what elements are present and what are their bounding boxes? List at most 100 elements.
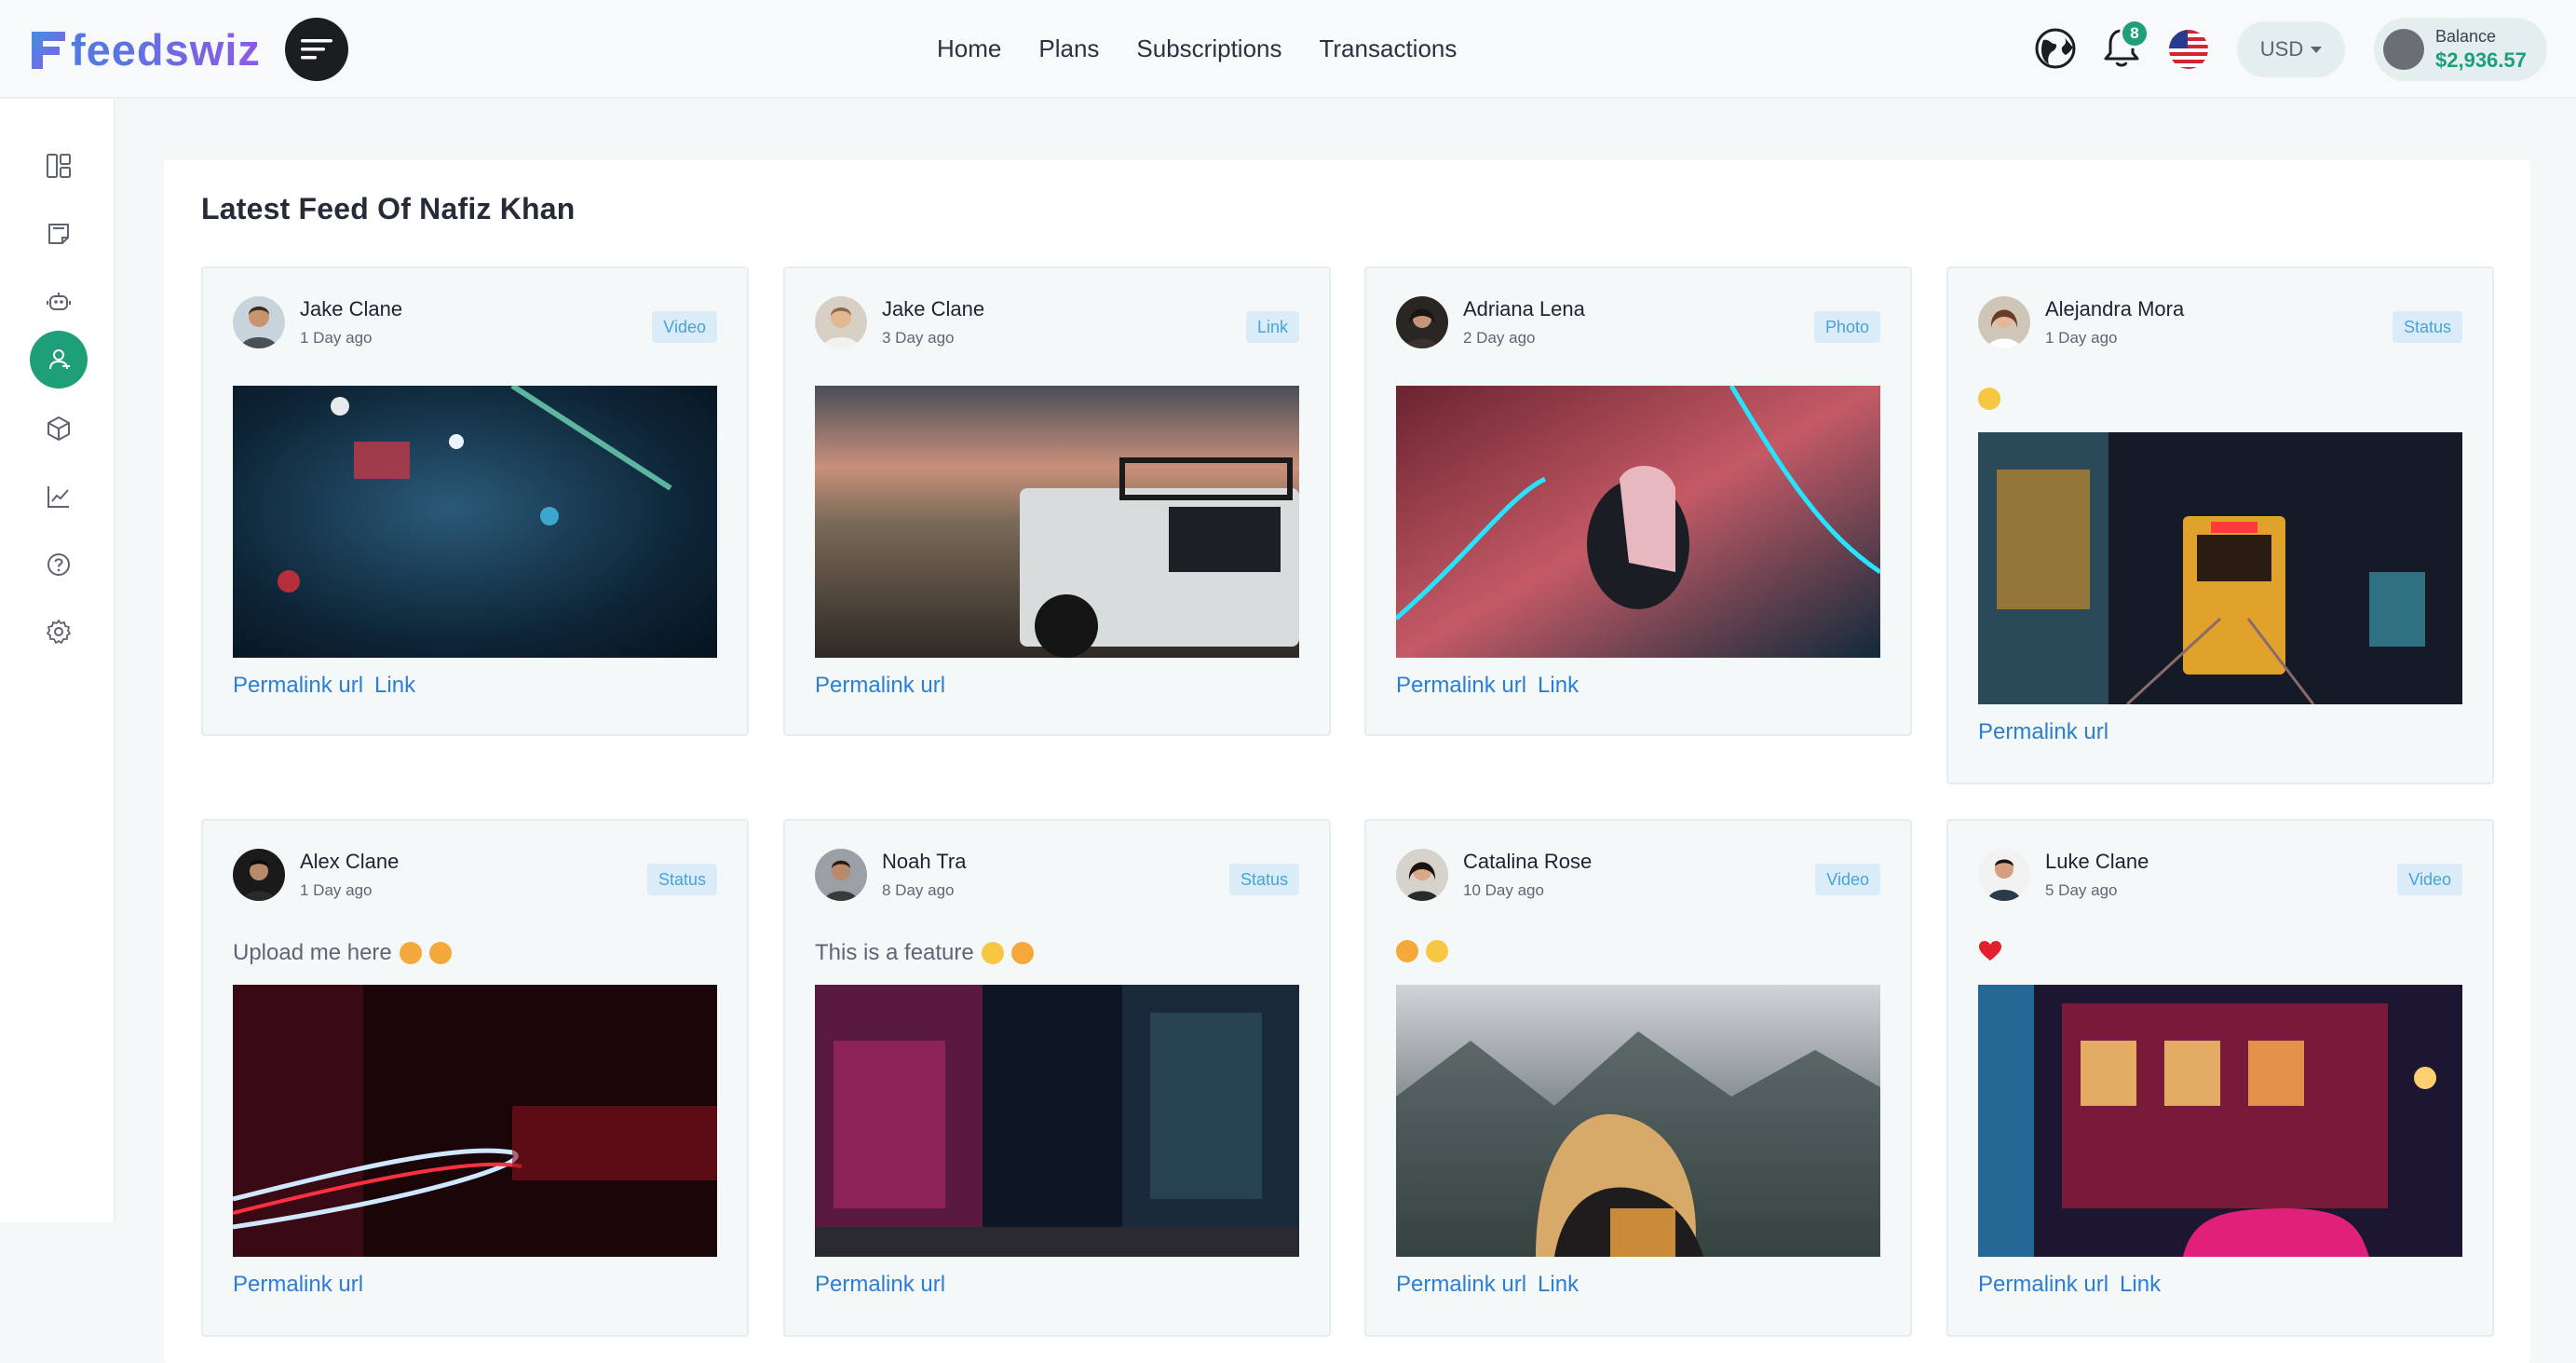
brand-name: feedswiz bbox=[71, 24, 261, 75]
author-name[interactable]: Alex Clane bbox=[300, 850, 399, 874]
feed-card: Noah Tra 8 Day ago Status This is a feat… bbox=[783, 819, 1331, 1337]
permalink-url-link[interactable]: Permalink url bbox=[815, 1272, 945, 1298]
post-time: 1 Day ago bbox=[300, 881, 373, 899]
avatar bbox=[233, 296, 285, 348]
emoji-icon bbox=[981, 942, 1004, 964]
post-time: 2 Day ago bbox=[1463, 329, 1536, 347]
post-image[interactable] bbox=[1396, 386, 1880, 658]
balance-pill[interactable]: Balance $2,936.57 bbox=[2374, 18, 2547, 81]
post-time: 8 Day ago bbox=[882, 881, 955, 899]
post-caption bbox=[1978, 940, 2002, 962]
post-image[interactable] bbox=[1396, 985, 1880, 1257]
sidebar-item-user-feed[interactable] bbox=[30, 331, 88, 388]
permalink-url-link[interactable]: Permalink url bbox=[1396, 673, 1526, 699]
menu-toggle-button[interactable] bbox=[285, 18, 348, 81]
avatar bbox=[1396, 296, 1448, 348]
globe-icon[interactable] bbox=[2034, 27, 2077, 70]
notes-icon bbox=[48, 224, 69, 244]
feed-card: Alex Clane 1 Day ago Status Upload me he… bbox=[201, 819, 749, 1337]
post-image[interactable] bbox=[233, 386, 717, 658]
sidebar-item-dashboard[interactable] bbox=[30, 137, 88, 195]
sidebar-item-bot[interactable] bbox=[30, 273, 88, 331]
brand-logo[interactable]: feedswiz bbox=[28, 24, 261, 75]
post-image[interactable] bbox=[233, 985, 717, 1257]
permalink-url-link[interactable]: Permalink url bbox=[815, 673, 945, 699]
post-time: 10 Day ago bbox=[1463, 881, 1544, 899]
emoji-icon bbox=[1396, 940, 1418, 962]
page-title: Latest Feed Of Nafiz Khan bbox=[201, 192, 576, 225]
avatar bbox=[2383, 29, 2424, 70]
heart-icon bbox=[1979, 941, 2001, 961]
balance-label: Balance bbox=[2435, 26, 2497, 46]
author-name[interactable]: Catalina Rose bbox=[1463, 850, 1592, 874]
post-type-badge: Video bbox=[652, 311, 717, 343]
menu-lines-icon bbox=[301, 39, 332, 60]
package-icon bbox=[47, 416, 70, 441]
post-time: 5 Day ago bbox=[2045, 881, 2118, 899]
post-type-badge: Status bbox=[1228, 864, 1299, 895]
author-name[interactable]: Jake Clane bbox=[882, 297, 984, 321]
emoji-icon bbox=[1978, 388, 2000, 410]
sidebar-item-notes[interactable] bbox=[30, 205, 88, 263]
post-image[interactable] bbox=[1978, 985, 2462, 1257]
permalink-url-link[interactable]: Permalink url bbox=[233, 673, 363, 699]
post-caption: This is a feature bbox=[815, 940, 1034, 966]
nav-plans[interactable]: Plans bbox=[1038, 34, 1099, 63]
avatar bbox=[1978, 296, 2030, 348]
avatar bbox=[1978, 849, 2030, 901]
nav-transactions[interactable]: Transactions bbox=[1319, 34, 1457, 63]
help-icon bbox=[47, 553, 70, 576]
post-caption bbox=[1396, 940, 1448, 962]
link-link[interactable]: Link bbox=[1538, 673, 1579, 699]
nav-subscriptions[interactable]: Subscriptions bbox=[1136, 34, 1281, 63]
author-name[interactable]: Adriana Lena bbox=[1463, 297, 1585, 321]
chart-icon bbox=[47, 486, 69, 508]
permalink-url-link[interactable]: Permalink url bbox=[1978, 719, 2108, 745]
post-time: 3 Day ago bbox=[882, 329, 955, 347]
avatar bbox=[815, 849, 867, 901]
settings-icon bbox=[47, 620, 71, 644]
bot-icon bbox=[47, 293, 71, 310]
post-caption bbox=[1978, 388, 2000, 410]
main-nav: Home Plans Subscriptions Transactions bbox=[937, 0, 1457, 97]
avatar bbox=[1396, 849, 1448, 901]
us-flag-icon[interactable] bbox=[2169, 30, 2208, 69]
feed-card: Luke Clane 5 Day ago Video Permalink url… bbox=[1946, 819, 2494, 1337]
sidebar-item-packages[interactable] bbox=[30, 400, 88, 457]
link-link[interactable]: Link bbox=[2120, 1272, 2161, 1298]
nav-home[interactable]: Home bbox=[937, 34, 1001, 63]
currency-value: USD bbox=[2259, 37, 2304, 61]
emoji-icon bbox=[1010, 942, 1034, 964]
caption-text: This is a feature bbox=[815, 940, 974, 965]
sidebar-item-help[interactable] bbox=[30, 536, 88, 593]
post-image[interactable] bbox=[815, 386, 1299, 658]
dashboard-icon bbox=[47, 154, 71, 178]
user-feed-icon bbox=[49, 349, 70, 370]
author-name[interactable]: Alejandra Mora bbox=[2045, 297, 2184, 321]
feed-card: Jake Clane 3 Day ago Link Permalink url bbox=[783, 266, 1331, 736]
link-link[interactable]: Link bbox=[374, 673, 415, 699]
link-link[interactable]: Link bbox=[1538, 1272, 1579, 1298]
emoji-icon bbox=[428, 942, 452, 964]
avatar bbox=[815, 296, 867, 348]
post-image[interactable] bbox=[815, 985, 1299, 1257]
permalink-url-link[interactable]: Permalink url bbox=[233, 1272, 363, 1298]
post-type-badge: Status bbox=[2392, 311, 2462, 343]
caption-text: Upload me here bbox=[233, 940, 392, 965]
permalink-url-link[interactable]: Permalink url bbox=[1978, 1272, 2108, 1298]
post-image[interactable] bbox=[1978, 432, 2462, 704]
emoji-icon bbox=[399, 942, 422, 964]
post-time: 1 Day ago bbox=[2045, 329, 2118, 347]
currency-select[interactable]: USD bbox=[2237, 21, 2345, 77]
permalink-url-link[interactable]: Permalink url bbox=[1396, 1272, 1526, 1298]
feed-card: Catalina Rose 10 Day ago Video Permalink… bbox=[1364, 819, 1912, 1337]
emoji-icon bbox=[1426, 940, 1448, 962]
author-name[interactable]: Jake Clane bbox=[300, 297, 402, 321]
balance-value: $2,936.57 bbox=[2435, 48, 2527, 72]
sidebar-item-settings[interactable] bbox=[30, 603, 88, 661]
feed-card: Jake Clane 1 Day ago Video Permalink url… bbox=[201, 266, 749, 736]
sidebar bbox=[0, 99, 115, 1222]
author-name[interactable]: Luke Clane bbox=[2045, 850, 2149, 874]
author-name[interactable]: Noah Tra bbox=[882, 850, 967, 874]
sidebar-item-analytics[interactable] bbox=[30, 468, 88, 525]
